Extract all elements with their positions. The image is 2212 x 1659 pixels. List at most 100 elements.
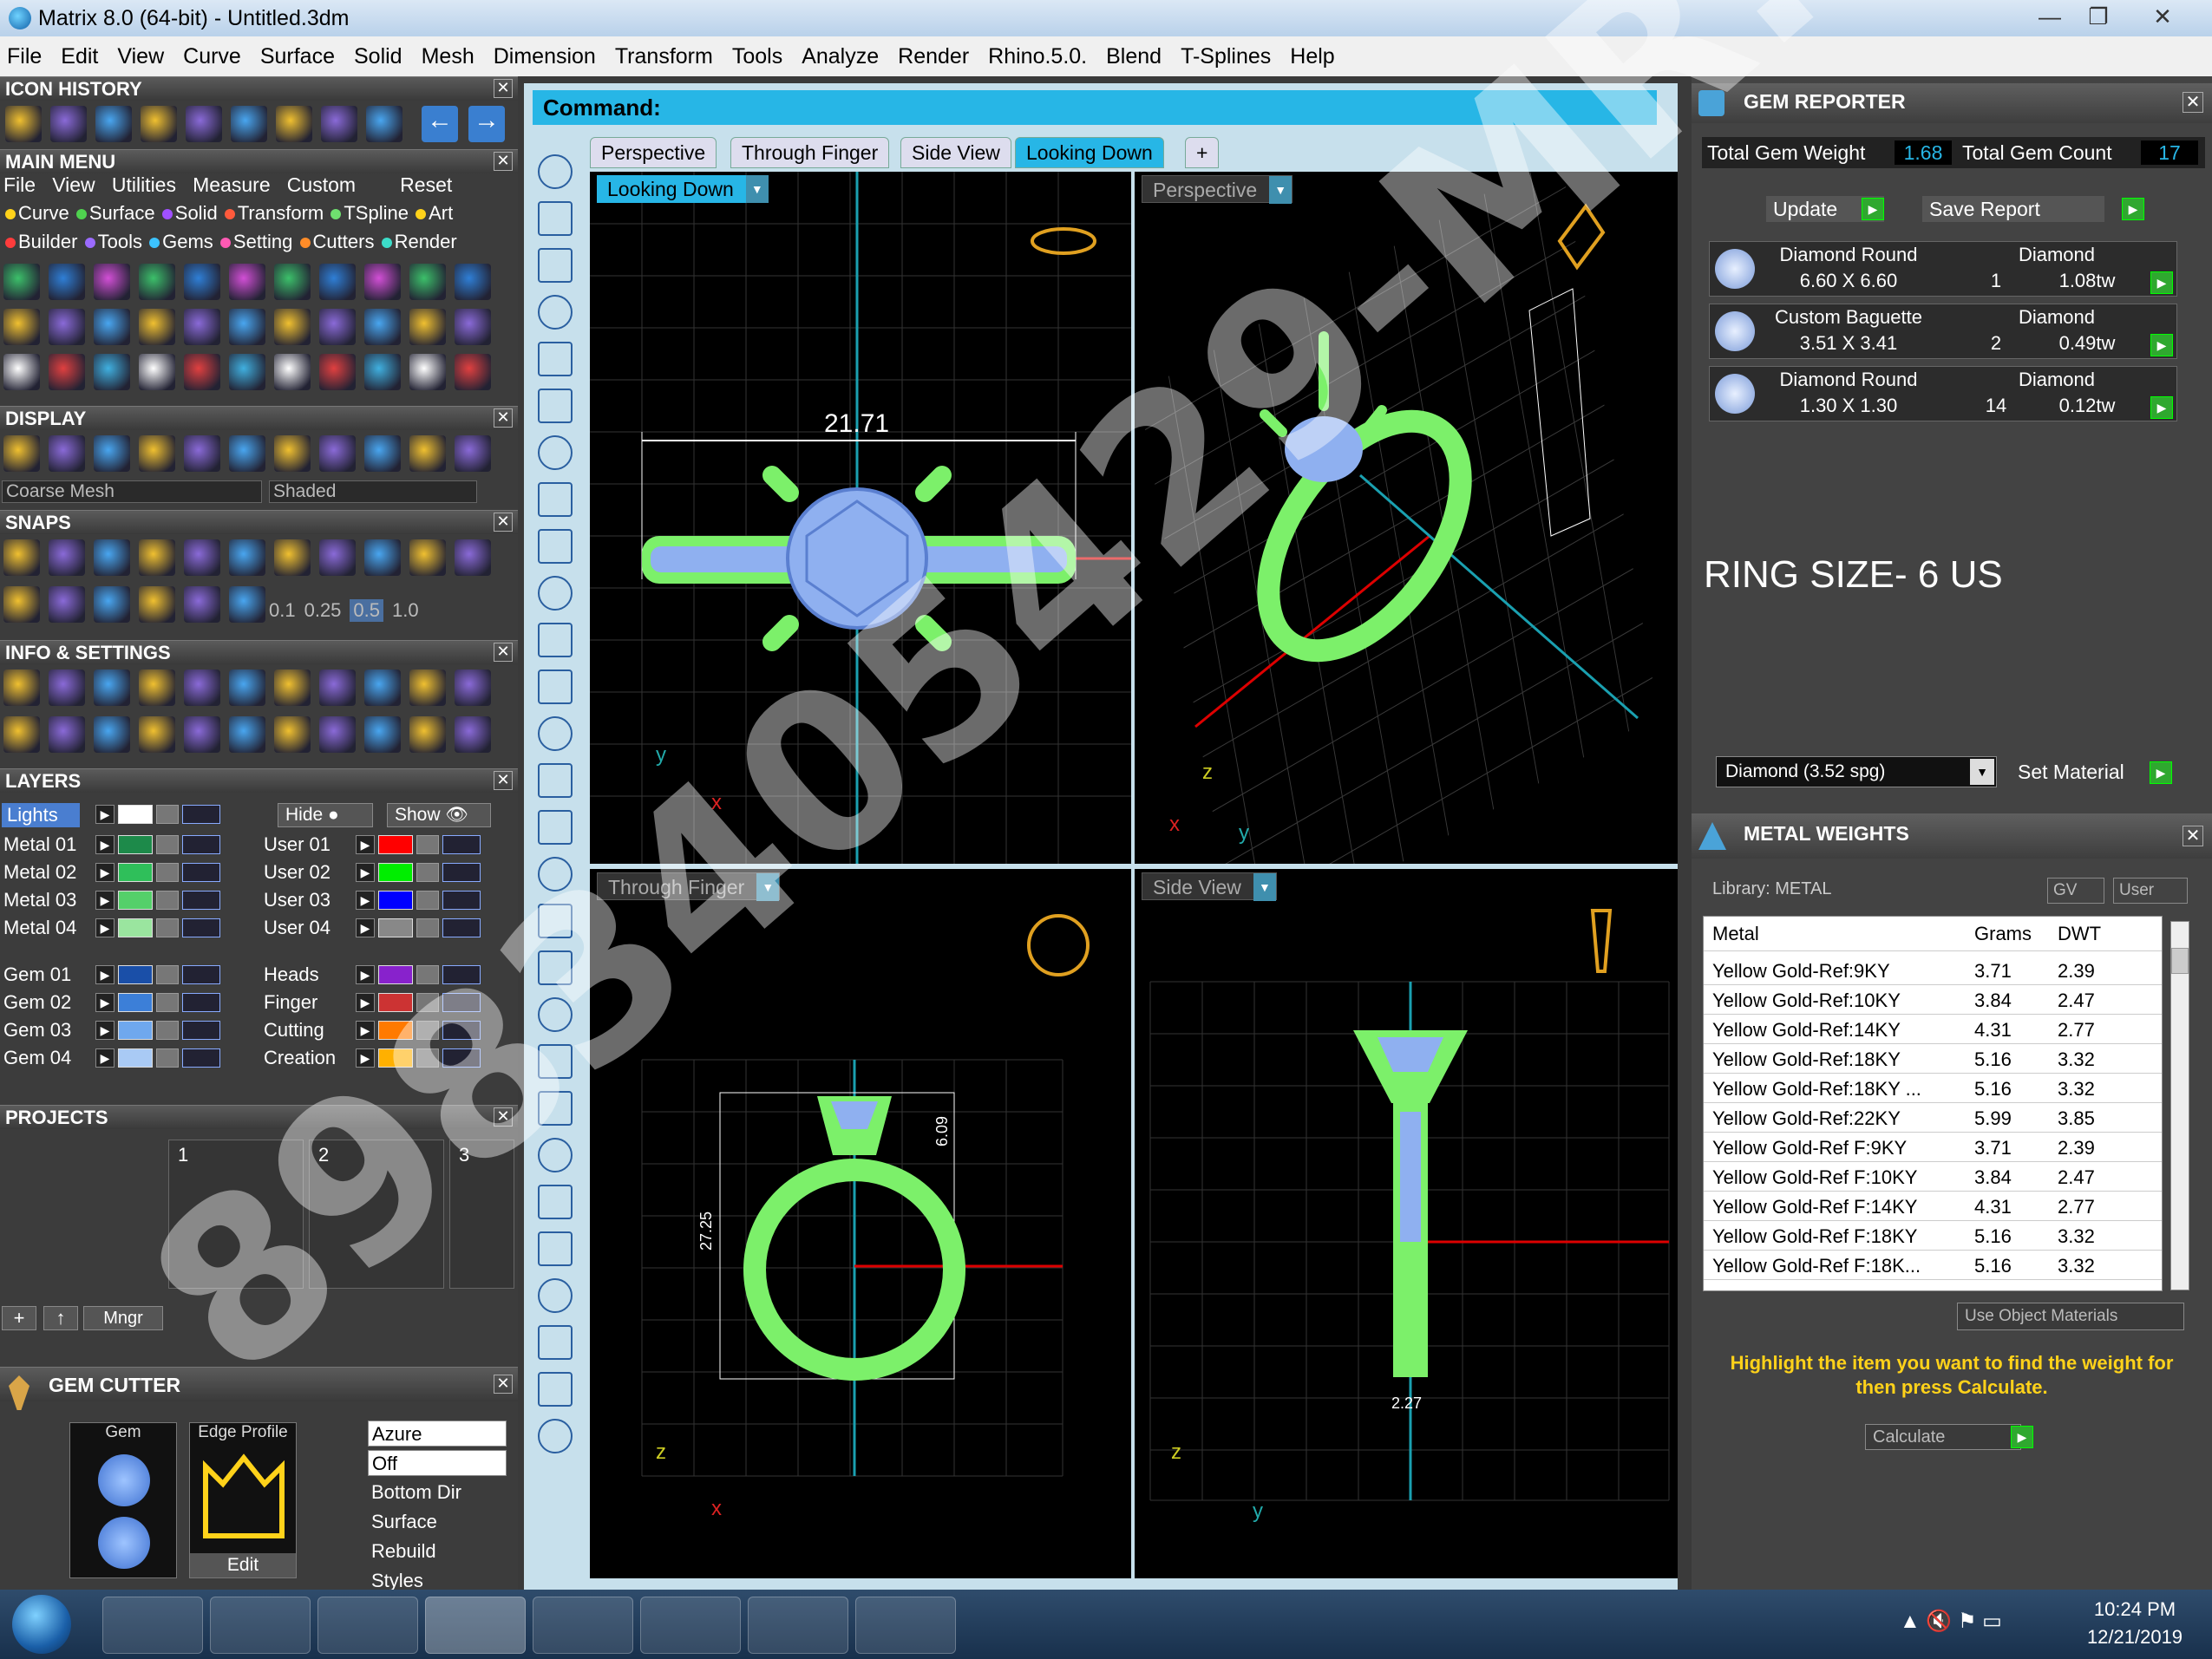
cutter-option[interactable]: Surface xyxy=(368,1509,507,1535)
layer-row[interactable]: Cutting ▶ xyxy=(264,1018,481,1042)
info-tool-icon[interactable] xyxy=(319,716,356,753)
menu-surface[interactable]: Surface xyxy=(260,44,335,69)
lock-icon[interactable] xyxy=(156,805,179,824)
mm-view[interactable]: View xyxy=(52,173,95,196)
lock-icon[interactable] xyxy=(156,1048,179,1068)
display-tool-icon[interactable] xyxy=(229,435,265,472)
project-slot-1[interactable]: 1 xyxy=(168,1140,304,1289)
main-tool-icon[interactable] xyxy=(274,309,311,345)
display-tool-icon[interactable] xyxy=(139,435,175,472)
menu-render[interactable]: Render xyxy=(898,44,969,69)
main-tool-icon[interactable] xyxy=(139,309,175,345)
tab-perspective[interactable]: Perspective xyxy=(590,137,717,168)
info-tool-icon[interactable] xyxy=(3,716,40,753)
color-swatch[interactable] xyxy=(378,835,413,854)
color-swatch[interactable] xyxy=(118,1021,153,1040)
vray-icon[interactable] xyxy=(533,1597,633,1654)
play-icon[interactable]: ▶ xyxy=(95,918,115,937)
play-icon[interactable]: ▶ xyxy=(356,918,375,937)
draw-tool-icon[interactable] xyxy=(538,763,573,798)
snap-tool-icon[interactable] xyxy=(94,539,130,576)
display-tool-icon[interactable] xyxy=(274,435,311,472)
mm-cutters[interactable]: Cutters xyxy=(313,231,375,252)
info-tool-icon[interactable] xyxy=(319,669,356,706)
view-cube-icon[interactable] xyxy=(1027,914,1090,976)
main-tool-icon[interactable] xyxy=(364,354,401,390)
add-project-button[interactable]: + xyxy=(2,1306,36,1330)
display-tool-icon[interactable] xyxy=(455,435,491,472)
gem-report-row[interactable]: Diamond Round 6.60 X 6.60 Diamond 1 1.08tw ▶ xyxy=(1709,241,2177,297)
media-player-icon[interactable] xyxy=(317,1597,418,1654)
play-icon[interactable]: ▶ xyxy=(95,1021,115,1040)
save-report-go-icon[interactable]: ▶ xyxy=(2122,198,2144,220)
lock-icon[interactable] xyxy=(156,993,179,1012)
visibility-toggle[interactable] xyxy=(442,918,481,937)
snap-tool-icon[interactable] xyxy=(409,539,446,576)
draw-tool-icon[interactable] xyxy=(538,857,573,892)
mm-file[interactable]: File xyxy=(3,173,36,196)
layer-row[interactable]: Metal 01 ▶ xyxy=(3,833,220,857)
add-tab-button[interactable]: + xyxy=(1185,137,1220,168)
mm-surface[interactable]: Surface xyxy=(89,202,155,224)
gem-report-row[interactable]: Custom Baguette 3.51 X 3.41 Diamond 2 0.49tw… xyxy=(1709,304,2177,359)
cutter-option[interactable]: Rebuild xyxy=(368,1538,507,1564)
cutter-option[interactable]: Azure xyxy=(368,1421,507,1447)
shade-select[interactable]: Shaded xyxy=(269,480,477,503)
close-icon[interactable]: ✕ xyxy=(494,771,513,790)
draw-tool-icon[interactable] xyxy=(538,950,573,985)
info-tool-icon[interactable] xyxy=(49,669,85,706)
menu-blend[interactable]: Blend xyxy=(1106,44,1162,69)
history-tool-icon[interactable] xyxy=(186,106,222,142)
draw-tool-icon[interactable] xyxy=(538,201,573,236)
play-icon[interactable]: ▶ xyxy=(95,965,115,984)
clock-date[interactable]: 12/21/2019 xyxy=(2070,1626,2200,1649)
layer-row[interactable]: Gem 04 ▶ xyxy=(3,1046,220,1070)
column-grams[interactable]: Grams xyxy=(1974,917,2032,951)
menu-mesh[interactable]: Mesh xyxy=(422,44,474,69)
metal-row[interactable]: Yellow Gold-Ref:22KY 5.99 3.85 xyxy=(1704,1104,2162,1133)
draw-tool-icon[interactable] xyxy=(538,1372,573,1407)
draw-tool-icon[interactable] xyxy=(538,669,573,704)
layer-row[interactable]: Gem 01 ▶ xyxy=(3,963,220,987)
view-cube-icon[interactable] xyxy=(1557,203,1606,271)
lock-icon[interactable] xyxy=(416,835,439,854)
update-button[interactable]: Update ▶ xyxy=(1766,196,1884,222)
main-tool-icon[interactable] xyxy=(94,354,130,390)
metal-row[interactable]: Yellow Gold-Ref F:18KY 5.16 3.32 xyxy=(1704,1222,2162,1251)
info-tool-icon[interactable] xyxy=(409,669,446,706)
menu-edit[interactable]: Edit xyxy=(61,44,98,69)
layer-row[interactable]: Gem 03 ▶ xyxy=(3,1018,220,1042)
viewport-side-view[interactable]: 2.27 z y Side View ▼ xyxy=(1135,869,1678,1578)
display-tool-icon[interactable] xyxy=(3,435,40,472)
cutter-option[interactable]: Off xyxy=(368,1450,507,1476)
main-tool-icon[interactable] xyxy=(229,264,265,300)
snap-tool-icon[interactable] xyxy=(139,586,175,623)
tab-side-view[interactable]: Side View xyxy=(900,137,1011,168)
forward-arrow-icon[interactable]: → xyxy=(468,106,505,142)
draw-tool-icon[interactable] xyxy=(538,154,573,189)
metal-table-scrollbar[interactable] xyxy=(2170,921,2189,1290)
history-tool-icon[interactable] xyxy=(321,106,357,142)
mm-tspline[interactable]: TSpline xyxy=(344,202,409,224)
main-tool-icon[interactable] xyxy=(364,309,401,345)
display-tool-icon[interactable] xyxy=(319,435,356,472)
snap-tool-icon[interactable] xyxy=(229,586,265,623)
snap-tool-icon[interactable] xyxy=(455,539,491,576)
main-tool-icon[interactable] xyxy=(3,309,40,345)
scrollbar-thumb[interactable] xyxy=(2171,948,2189,974)
menu-curve[interactable]: Curve xyxy=(183,44,241,69)
metal-row[interactable]: Yellow Gold-Ref:9KY 3.71 2.39 xyxy=(1704,957,2162,985)
menu-tools[interactable]: Tools xyxy=(732,44,782,69)
display-tool-icon[interactable] xyxy=(49,435,85,472)
snap-tool-icon[interactable] xyxy=(49,586,85,623)
lock-icon[interactable] xyxy=(416,993,439,1012)
main-tool-icon[interactable] xyxy=(409,309,446,345)
snap-tool-icon[interactable] xyxy=(139,539,175,576)
lock-icon[interactable] xyxy=(416,1048,439,1068)
mm-builder[interactable]: Builder xyxy=(18,231,77,252)
snap-value-0.5[interactable]: 0.5 xyxy=(350,599,384,622)
draw-tool-icon[interactable] xyxy=(538,997,573,1032)
color-swatch[interactable] xyxy=(118,993,153,1012)
lock-icon[interactable] xyxy=(156,1021,179,1040)
history-tool-icon[interactable] xyxy=(231,106,267,142)
